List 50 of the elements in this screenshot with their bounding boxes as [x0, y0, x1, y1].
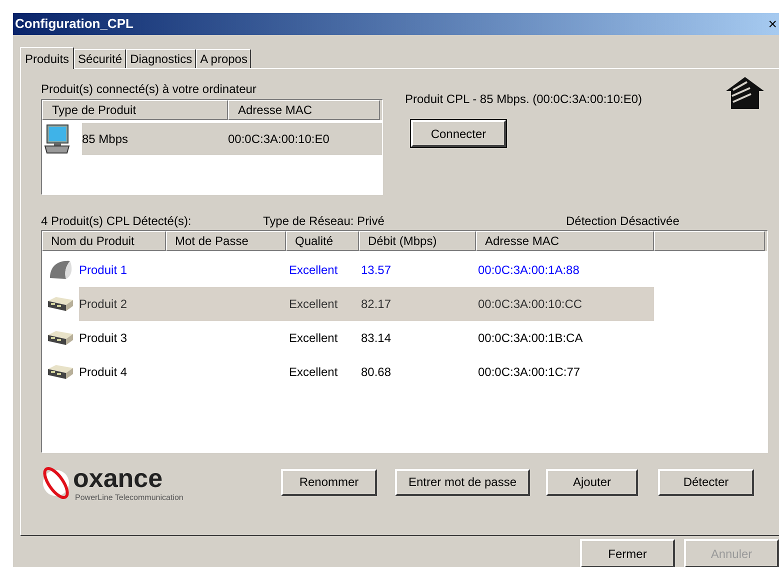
action-button[interactable]: Ajouter [546, 468, 638, 496]
connect-button[interactable]: Connecter [411, 120, 506, 147]
column-header[interactable]: Qualité [286, 231, 359, 251]
window-title: Configuration_CPL [15, 15, 134, 34]
table-cell-text: 82.17 [361, 296, 392, 313]
table-cell-text: Excellent [289, 364, 339, 381]
column-header[interactable]: Adresse MAC [476, 231, 654, 251]
list-row[interactable]: 85 Mbps 00:0C:3A:00:10:E0 [82, 123, 382, 155]
column-header[interactable]: Adresse MAC [228, 100, 380, 120]
network-type: Type de Réseau: Privé [263, 213, 386, 229]
table-cell-text: Produit 1 [79, 262, 128, 279]
tab[interactable]: Produits [20, 47, 74, 69]
dialog-button[interactable]: Fermer [580, 539, 675, 567]
table-cell-text: 13.57 [361, 262, 392, 279]
action-button[interactable]: Renommer [281, 468, 377, 496]
detected-count: 4 Produit(s) CPL Détecté(s): [41, 213, 192, 229]
table-cell-text: Excellent [289, 296, 339, 313]
brand-logo: oxance PowerLine Telecommunication [41, 459, 259, 505]
column-header[interactable]: Type de Produit [42, 100, 228, 120]
table-cell-text: Excellent [289, 262, 339, 279]
list-row[interactable]: Produit 2 Excellent 82.17 00:0C:3A:00:10:CC [79, 287, 654, 321]
column-header[interactable]: Mot de Passe [166, 231, 286, 251]
table-cell-text: 00:0C:3A:00:10:E0 [228, 131, 330, 148]
close-button[interactable]: × [768, 16, 779, 32]
list-row[interactable]: Produit 1 Excellent 13.57 00:0C:3A:00:1A:88 [79, 253, 654, 287]
column-header[interactable]: Nom du Produit [42, 231, 166, 251]
action-button[interactable]: Entrer mot de passe [395, 468, 530, 496]
detection-status: Détection Désactivée [566, 213, 680, 229]
tab[interactable]: A propos [196, 49, 252, 68]
house-icon [725, 76, 765, 110]
table-cell-text: 83.14 [361, 330, 392, 347]
list-row[interactable]: Produit 4 Excellent 80.68 00:0C:3A:00:1C:77 [79, 355, 654, 389]
table-cell-text: 00:0C:3A:00:1C:77 [478, 364, 582, 381]
section-label: Produit(s) connecté(s) à votre ordinateur [41, 81, 258, 97]
table-cell-text: Produit 3 [79, 330, 128, 347]
computer-icon [44, 124, 70, 154]
table-cell-text: Produit 4 [79, 364, 128, 381]
column-header[interactable]: Débit (Mbps) [359, 231, 476, 251]
action-button[interactable]: Détecter [658, 468, 754, 496]
table-cell-text: 85 Mbps [82, 131, 130, 148]
table-cell-text: Produit 2 [79, 296, 128, 313]
table-cell-text: 80.68 [361, 364, 392, 381]
product-info: Produit CPL - 85 Mbps. (00:0C:3A:00:10:E0) [405, 91, 644, 106]
list-row[interactable]: Produit 3 Excellent 83.14 00:0C:3A:00:1B:CA [79, 321, 654, 355]
table-cell-text: 00:0C:3A:00:1A:88 [478, 262, 580, 279]
table-cell-text: 00:0C:3A:00:1B:CA [478, 330, 584, 347]
tab[interactable]: Diagnostics [126, 49, 196, 68]
table-cell-text: Excellent [289, 330, 339, 347]
tab[interactable]: Sécurité [74, 49, 126, 68]
table-cell-text: 00:0C:3A:00:10:CC [478, 296, 584, 313]
